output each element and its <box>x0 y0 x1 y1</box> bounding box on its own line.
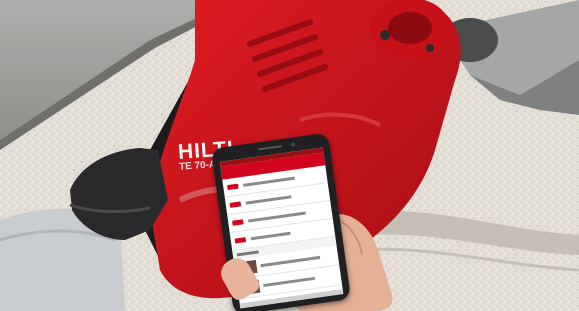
text-line <box>263 276 316 288</box>
text-line <box>248 211 306 223</box>
red-tag <box>229 201 242 208</box>
phone-camera <box>290 142 296 147</box>
photo-frame: HILTI TE 70-ATC <box>0 0 579 311</box>
red-tag <box>234 237 247 244</box>
red-tag <box>232 219 244 226</box>
text-line <box>236 250 259 257</box>
text-line <box>260 255 321 268</box>
red-tag <box>227 183 239 191</box>
text-line <box>250 231 291 241</box>
phone-speaker <box>258 145 283 151</box>
text-line <box>243 176 295 187</box>
text-line <box>245 195 292 205</box>
